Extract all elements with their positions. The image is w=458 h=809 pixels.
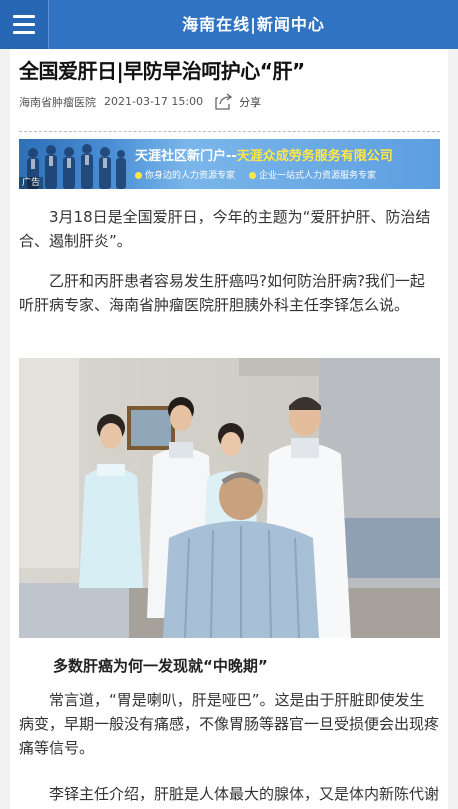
article-meta: 海南省肿瘤医院 2021-03-17 15:00 分享 — [19, 93, 261, 110]
ad-slogans: 你身边的人力资源专家 企业一站式人力资源服务专家 — [135, 168, 376, 181]
ad-title: 天涯社区新门户--天涯众成劳务服务有限公司 — [135, 145, 393, 164]
bullet-icon — [135, 172, 142, 179]
hamburger-menu-icon[interactable] — [0, 0, 49, 49]
share-label: 分享 — [239, 95, 262, 109]
paragraph-1: 3月18日是全国爱肝日，今年的主题为“爱肝护肝、防治结合、遏制肝炎”。 — [19, 208, 431, 250]
paragraph-2: 乙肝和丙肝患者容易发生肝癌吗?如何防治肝病?我们一起听肝病专家、海南省肿瘤医院肝… — [19, 272, 425, 314]
article-container: 全国爱肝日|早防早治呵护心“肝” 海南省肿瘤医院 2021-03-17 15:0… — [10, 49, 448, 809]
share-button[interactable]: 分享 — [215, 93, 261, 110]
bullet-icon — [249, 172, 257, 179]
divider — [19, 131, 440, 132]
ad-title-yellow: 天涯众成劳务服务有限公司 — [236, 149, 393, 164]
ad-title-white: 天涯社区新门户-- — [135, 149, 237, 164]
article-source: 海南省肿瘤医院 — [19, 95, 96, 109]
ad-tag: 广告 — [19, 177, 44, 189]
top-bar: 海南在线|新闻中心 — [0, 0, 458, 49]
advertisement-banner[interactable]: 天涯社区新门户--天涯众成劳务服务有限公司 你身边的人力资源专家 企业一站式人力… — [19, 139, 440, 189]
share-icon — [215, 93, 233, 110]
section-subheading: 多数肝癌为何一发现就“中晚期” — [53, 657, 268, 675]
article-date: 2021-03-17 15:00 — [104, 95, 204, 108]
ad-slogan-left: 你身边的人力资源专家 — [135, 168, 235, 181]
ad-slogan-right: 企业一站式人力资源服务专家 — [249, 168, 376, 181]
site-title[interactable]: 海南在线|新闻中心 — [49, 0, 458, 49]
paragraph-3: 常言道，“胃是喇叭，肝是哑巴”。这是由于肝脏即使发生病变，早期一般没有痛感，不像… — [19, 691, 440, 757]
article-photo — [19, 358, 440, 638]
paragraph-4: 李铎主任介绍，肝脏是人体最大的腺体，又是体内新陈代谢的中心站 — [49, 785, 440, 803]
article-title: 全国爱肝日|早防早治呵护心“肝” — [19, 59, 305, 83]
